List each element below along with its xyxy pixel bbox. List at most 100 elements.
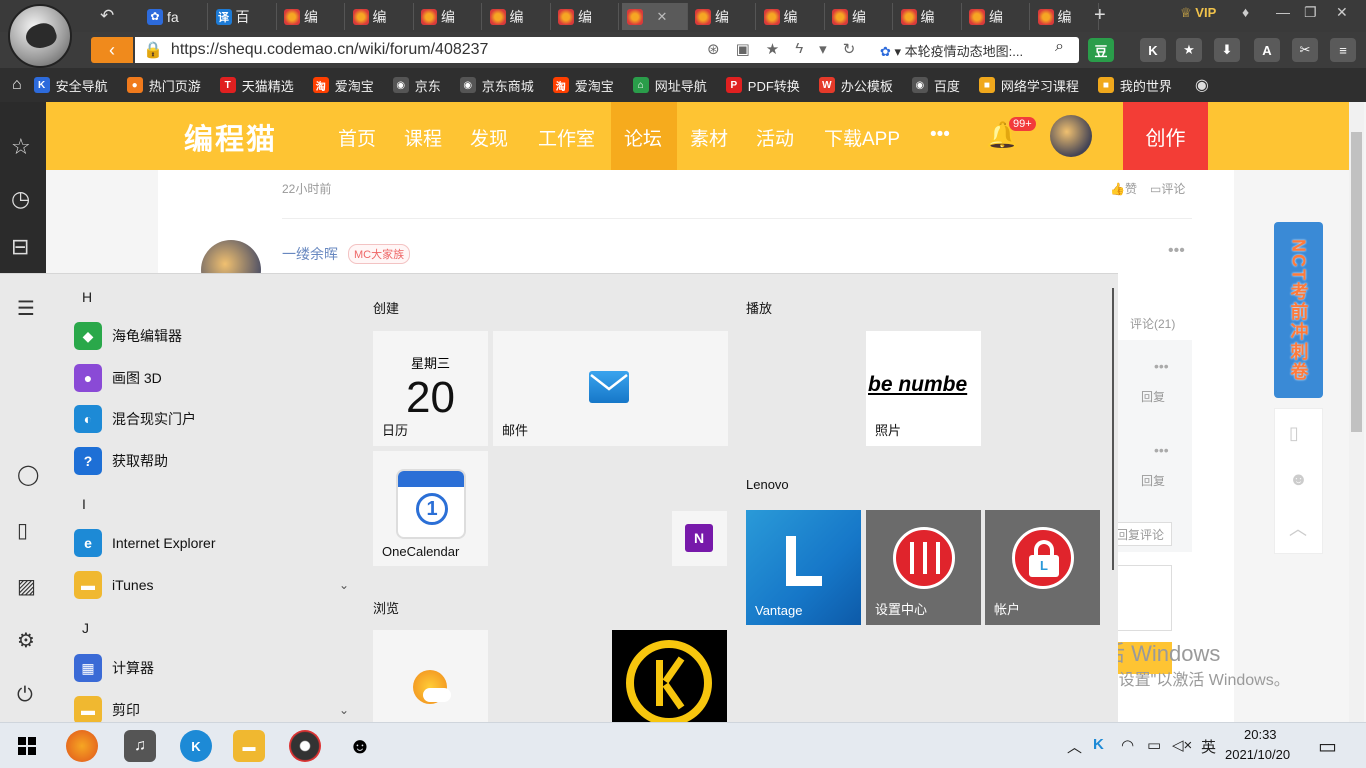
bookmark-item[interactable]: P PDF转换 [725,76,800,95]
group-title-browse[interactable]: 浏览 [373,598,399,617]
bookmark-item[interactable]: ◉ 京东商城 [459,76,534,95]
mobile-icon[interactable]: ▯ [1289,423,1299,444]
letter-header[interactable]: H [82,289,92,305]
user-avatar[interactable] [1050,115,1092,157]
skin-icon[interactable]: ♦ [1242,4,1249,20]
browser-icon[interactable]: ◉ [1195,75,1209,95]
weather-tile[interactable] [373,630,488,722]
k-taskbar-icon[interactable]: K [180,730,212,762]
battery-icon[interactable]: ▭ [1147,736,1161,754]
search-box[interactable]: ✿ ▾ 本轮疫情动态地图:... [880,41,1023,60]
bookmark-item[interactable]: 淘爱淘宝 [312,76,374,95]
toolbox-icon[interactable]: ⊟ [11,234,29,260]
chevron-down-icon[interactable]: ⌄ [339,703,349,717]
history-icon[interactable]: ◷ [11,186,30,212]
start-app-item[interactable]: ▬ 剪印 ⌄ [74,693,349,722]
settings-gear-icon[interactable]: ⚙ [17,628,35,653]
browser-tab[interactable]: 编 [348,3,414,30]
volume-icon[interactable]: ◁× [1172,736,1192,754]
start-app-item[interactable]: e Internet Explorer [74,526,349,560]
start-app-item[interactable]: ? 获取帮助 [74,444,349,478]
site-logo[interactable]: 编程猫 [184,116,277,158]
nav-more[interactable]: ••• [930,124,950,146]
page-scroll-thumb[interactable] [1351,132,1362,432]
nav-studio[interactable]: 工作室 [538,124,595,151]
screenshot-icon[interactable]: ▣ [736,40,750,58]
new-tab-button[interactable]: + [1094,4,1106,27]
user-account-icon[interactable]: ◯ [17,462,39,487]
download-icon[interactable]: ⬇ [1214,38,1240,62]
browser-tab[interactable]: 译百 [211,3,277,30]
windows-start-icon[interactable] [18,737,36,755]
refresh-icon[interactable]: ↻ [843,40,856,58]
browser-tab[interactable]: 编 [553,3,619,30]
onenote-tile[interactable]: N [672,511,727,566]
start-app-item[interactable]: ● 画图 3D [74,361,349,395]
bookmark-item[interactable]: ■ 我的世界 [1097,76,1172,95]
bookmark-item[interactable]: 淘爱淘宝 [552,76,614,95]
comment-button[interactable]: ▭评论 [1150,180,1185,197]
back-to-top-icon[interactable]: ︿ [1289,515,1307,541]
bookmark-item[interactable]: ⌂ 网址导航 [632,76,707,95]
browser-tab[interactable]: ✕ [621,3,688,30]
back-button[interactable]: ‹ [91,37,133,63]
bookmark-item[interactable]: ■ 网络学习课程 [978,76,1079,95]
ime-indicator[interactable]: 英 [1201,736,1216,757]
hamburger-menu-icon[interactable]: ☰ [17,296,35,321]
browser-tab[interactable]: 编 [416,3,482,30]
favorite-star-icon[interactable]: ★ [766,40,779,58]
bookmark-item[interactable]: ◉ 百度 [911,76,960,95]
file-explorer-icon[interactable]: ▬ [233,730,265,762]
bookmark-item[interactable]: T 天猫精选 [219,76,294,95]
power-icon[interactable]: ⏻ [17,684,33,707]
speed-icon[interactable]: ϟ [795,40,803,58]
dou-extension[interactable]: 豆 [1088,38,1114,62]
nav-assets[interactable]: 素材 [690,124,728,151]
clock-time[interactable]: 20:33 [1244,727,1277,742]
letter-header[interactable]: J [82,620,89,636]
browser-tab[interactable]: 编 [485,3,551,30]
music-taskbar-icon[interactable]: ♫ [124,730,156,762]
start-app-item[interactable]: ▬ iTunes ⌄ [74,568,349,602]
undo-close-tab-icon[interactable]: ↶ [100,6,114,26]
start-app-item[interactable]: ◆ 海龟编辑器 [74,319,349,353]
browser-tab[interactable]: 编 [1033,3,1099,30]
group-title-lenovo[interactable]: Lenovo [746,477,789,492]
browser-taskbar-icon[interactable] [66,730,98,762]
close-window-icon[interactable]: ✕ [1336,4,1348,21]
nav-download-app[interactable]: 下载APP [824,124,900,151]
calendar-tile[interactable]: 星期三 20 日历 [373,331,488,446]
vip-badge[interactable]: ♕ VIP [1180,5,1216,21]
browser-tab[interactable]: 编 [690,3,756,30]
start-app-item[interactable]: ▦ 计算器 [74,651,349,685]
browser-tab[interactable]: 编 [279,3,345,30]
reply-link[interactable]: 回复 [1141,388,1165,405]
nav-events[interactable]: 活动 [756,124,794,151]
qq-taskbar-icon[interactable]: ☻ [344,730,376,762]
group-title-create[interactable]: 创建 [373,298,399,317]
close-tab-icon[interactable]: ✕ [657,9,668,25]
onecalendar-tile[interactable]: 1 OneCalendar [373,451,488,566]
browser-tab[interactable]: ✿ fa [142,3,208,30]
browser-tab[interactable]: 编 [896,3,962,30]
nav-home[interactable]: 首页 [338,124,376,151]
home-icon[interactable]: ⌂ [12,76,22,94]
bookmark-item[interactable]: W 办公模板 [818,76,893,95]
photos-tile[interactable]: be numbe 照片 [866,331,981,446]
menu-icon[interactable]: ≡ [1330,38,1356,62]
nav-courses[interactable]: 课程 [404,124,442,151]
account-tile[interactable]: L 帐户 [985,510,1100,625]
vantage-tile[interactable]: Vantage [746,510,861,625]
reply-more-button[interactable]: ••• [1154,358,1169,374]
nav-discover[interactable]: 发现 [470,124,508,151]
dropdown-icon[interactable]: ▾ [819,40,827,58]
bookmark-item[interactable]: ◉ 京东 [392,76,441,95]
like-button[interactable]: 👍赞 [1110,180,1137,197]
comment-count[interactable]: 评论(21) [1130,315,1175,332]
documents-icon[interactable]: ▯ [17,518,28,543]
browser-logo[interactable] [8,4,72,68]
browser-tab[interactable]: 编 [827,3,893,30]
chevron-down-icon[interactable]: ⌄ [339,578,349,592]
tray-k-icon[interactable]: K [1093,736,1104,753]
group-title-play[interactable]: 播放 [746,298,772,317]
